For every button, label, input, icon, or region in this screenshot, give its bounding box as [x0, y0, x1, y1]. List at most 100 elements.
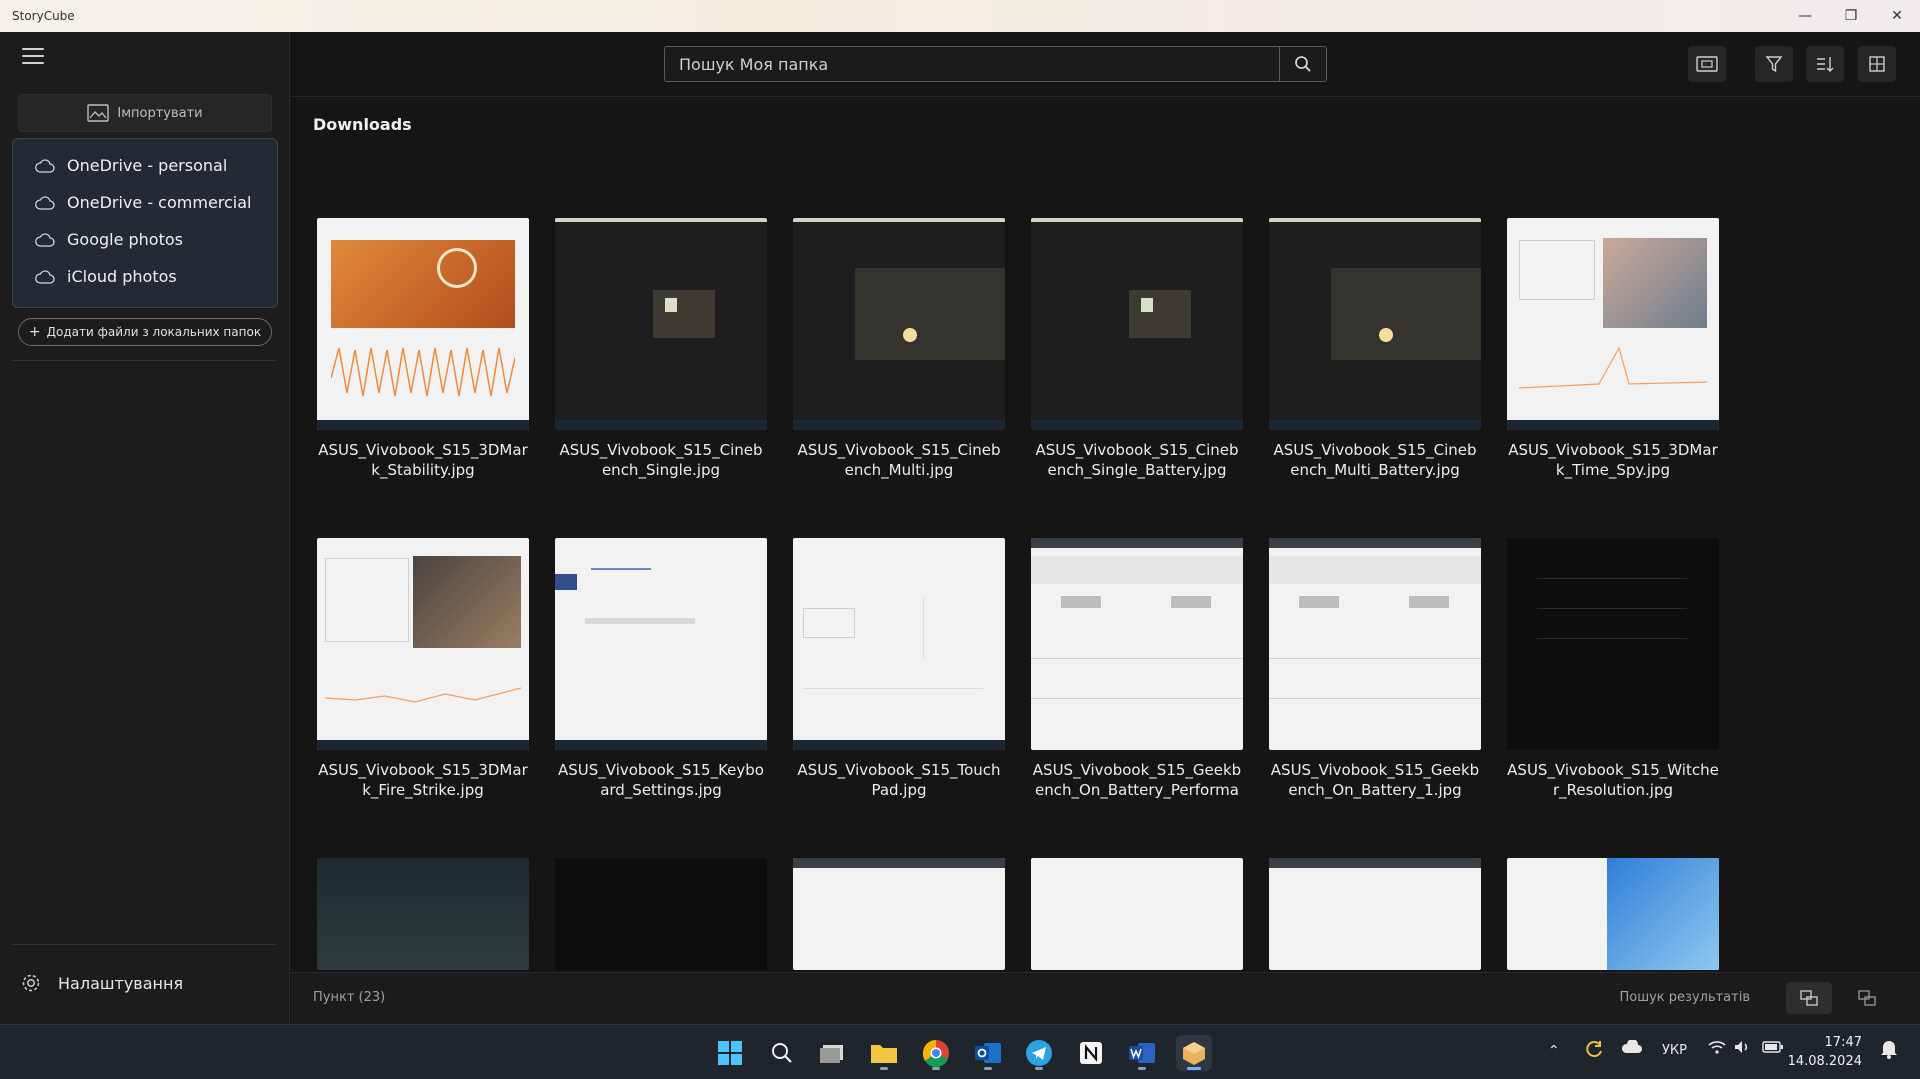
cloud-item-label: OneDrive - commercial — [67, 193, 252, 212]
photo-tile[interactable]: ASUS_Vivobook_S15_Witcher_Resolution.jpg — [1507, 538, 1719, 800]
sidebar-divider — [12, 944, 276, 945]
settings-button[interactable]: Налаштування — [20, 972, 183, 994]
task-view-icon — [820, 1045, 843, 1063]
photo-filename: ASUS_Vivobook_S15_Geekbench_On_Battery_1… — [1270, 761, 1480, 799]
telegram-button[interactable] — [1021, 1035, 1057, 1071]
photo-thumbnail — [1269, 218, 1481, 430]
search-input[interactable]: Пошук Моя папка — [664, 46, 1282, 82]
maximize-button[interactable]: ❐ — [1828, 0, 1874, 32]
photo-thumbnail — [1507, 218, 1719, 430]
slideshow-icon — [1696, 56, 1718, 72]
word-button[interactable] — [1124, 1035, 1160, 1071]
close-button[interactable]: ✕ — [1874, 0, 1920, 32]
item-count: Пункт (23) — [313, 990, 386, 1005]
photo-filename: ASUS_Vivobook_S15_Witcher_Resolution.jpg — [1507, 761, 1719, 799]
photo-tile[interactable]: ASUS_Vivobook_S15_Geekbench_On_Battery_P… — [1031, 538, 1243, 800]
photo-tile[interactable]: ASUS_Vivobook_S15_Cinebench_Single.jpg — [555, 218, 767, 480]
photo-thumbnail — [1269, 538, 1481, 750]
photo-tile[interactable] — [1507, 858, 1719, 970]
photo-thumbnail — [1031, 218, 1243, 430]
clock-time: 17:47 — [1824, 1035, 1862, 1050]
status-footer: Пункт (23) Пошук результатів — [291, 972, 1920, 1024]
minimize-button[interactable]: — — [1782, 0, 1828, 32]
photo-filename: ASUS_Vivobook_S15_3DMark_Fire_Strike.jpg — [318, 761, 528, 799]
photo-thumbnail — [793, 858, 1005, 970]
photo-filename: ASUS_Vivobook_S15_Cinebench_Single_Batte… — [1035, 441, 1239, 479]
app-title: StoryCube — [12, 9, 75, 23]
photo-tile[interactable]: ASUS_Vivobook_S15_Cinebench_Single_Batte… — [1031, 218, 1243, 480]
search-icon — [772, 1043, 792, 1063]
add-local-folders-button[interactable]: + Додати файли з локальних папок — [18, 318, 272, 346]
clock-date: 14.08.2024 — [1787, 1054, 1862, 1069]
hamburger-menu-icon[interactable] — [22, 48, 44, 66]
network-volume-battery[interactable] — [1708, 1040, 1726, 1058]
grid-view-button[interactable] — [1858, 46, 1896, 82]
cloud-icon — [35, 232, 55, 247]
photo-tile[interactable]: ASUS_Vivobook_S15_TouchPad.jpg — [793, 538, 1005, 800]
photo-thumbnail — [555, 858, 767, 970]
photo-tile[interactable]: ASUS_Vivobook_S15_3DMark_Time_Spy.jpg — [1507, 218, 1719, 480]
gear-icon — [22, 974, 40, 992]
photo-tile[interactable]: ASUS_Vivobook_S15_3DMark_Stability.jpg — [317, 218, 529, 480]
wifi-icon — [1708, 1041, 1726, 1054]
outlook-button[interactable] — [970, 1035, 1006, 1071]
tray-app-icon[interactable] — [1584, 1039, 1604, 1063]
slideshow-button[interactable] — [1688, 46, 1726, 82]
cloud-item-label: iCloud photos — [67, 267, 177, 286]
filter-button[interactable] — [1755, 46, 1793, 82]
photo-thumbnail — [793, 538, 1005, 750]
photo-tile[interactable]: ASUS_Vivobook_S15_Geekbench_On_Battery_1… — [1269, 538, 1481, 800]
cloud-item-onedrive-personal[interactable]: OneDrive - personal — [13, 147, 277, 184]
search-button[interactable] — [1279, 46, 1327, 82]
word-icon — [1129, 1043, 1155, 1063]
battery-tray[interactable] — [1762, 1040, 1784, 1058]
layout-icon — [1858, 990, 1876, 1006]
photo-filename: ASUS_Vivobook_S15_Cinebench_Multi_Batter… — [1273, 441, 1477, 479]
photo-filename: ASUS_Vivobook_S15_3DMark_Stability.jpg — [318, 441, 528, 479]
notification-bell[interactable] — [1880, 1039, 1898, 1063]
sort-button[interactable] — [1806, 46, 1844, 82]
photo-tile[interactable]: ASUS_Vivobook_S15_Cinebench_Multi_Batter… — [1269, 218, 1481, 480]
storycube-button[interactable] — [1176, 1035, 1212, 1071]
photo-thumbnail — [1507, 858, 1719, 970]
taskbar-search-button[interactable] — [764, 1035, 800, 1071]
photo-tile[interactable]: ASUS_Vivobook_S15_Keyboard_Settings.jpg — [555, 538, 767, 800]
start-button[interactable] — [712, 1035, 748, 1071]
notion-icon — [1080, 1042, 1102, 1064]
notion-button[interactable] — [1073, 1035, 1109, 1071]
chrome-button[interactable] — [918, 1035, 954, 1071]
photo-tile[interactable]: ASUS_Vivobook_S15_Cinebench_Multi.jpg — [793, 218, 1005, 480]
bell-icon — [1881, 1041, 1897, 1059]
footer-view-button-alt[interactable] — [1844, 982, 1890, 1014]
image-icon — [87, 104, 110, 122]
cloud-item-label: OneDrive - personal — [67, 156, 228, 175]
maximize-icon: ❐ — [1844, 8, 1858, 24]
onedrive-tray-icon[interactable] — [1621, 1038, 1643, 1058]
folder-icon — [871, 1045, 897, 1063]
plus-icon: + — [28, 324, 41, 340]
taskbar-clock[interactable]: 17:47 14.08.2024 — [1788, 1033, 1862, 1071]
cloud-item-icloud-photos[interactable]: iCloud photos — [13, 258, 277, 295]
search-placeholder: Пошук Моя папка — [679, 54, 829, 74]
tray-overflow-icon[interactable]: ⌃ — [1548, 1043, 1560, 1059]
photo-tile[interactable] — [555, 858, 767, 970]
photo-thumbnail — [1269, 858, 1481, 970]
footer-view-button[interactable] — [1786, 982, 1832, 1014]
filter-icon — [1765, 56, 1783, 73]
photo-tile[interactable] — [317, 858, 529, 970]
input-language-indicator[interactable]: УКР — [1662, 1043, 1687, 1058]
cloud-item-onedrive-commercial[interactable]: OneDrive - commercial — [13, 184, 277, 221]
sidebar-divider — [12, 360, 276, 361]
cloud-item-google-photos[interactable]: Google photos — [13, 221, 277, 258]
file-explorer-button[interactable] — [866, 1035, 902, 1071]
photo-tile[interactable] — [793, 858, 1005, 970]
task-view-button[interactable] — [815, 1035, 851, 1071]
photo-tile[interactable]: ASUS_Vivobook_S15_3DMark_Fire_Strike.jpg — [317, 538, 529, 800]
photo-tile[interactable] — [1269, 858, 1481, 970]
add-folders-label: Додати файли з локальних папок — [46, 325, 262, 339]
layout-icon — [1800, 990, 1818, 1006]
photo-filename: ASUS_Vivobook_S15_Geekbench_On_Battery_P… — [1032, 761, 1242, 799]
photo-tile[interactable] — [1031, 858, 1243, 970]
volume-tray[interactable] — [1734, 1040, 1752, 1058]
import-button[interactable]: Імпортувати — [18, 94, 272, 132]
